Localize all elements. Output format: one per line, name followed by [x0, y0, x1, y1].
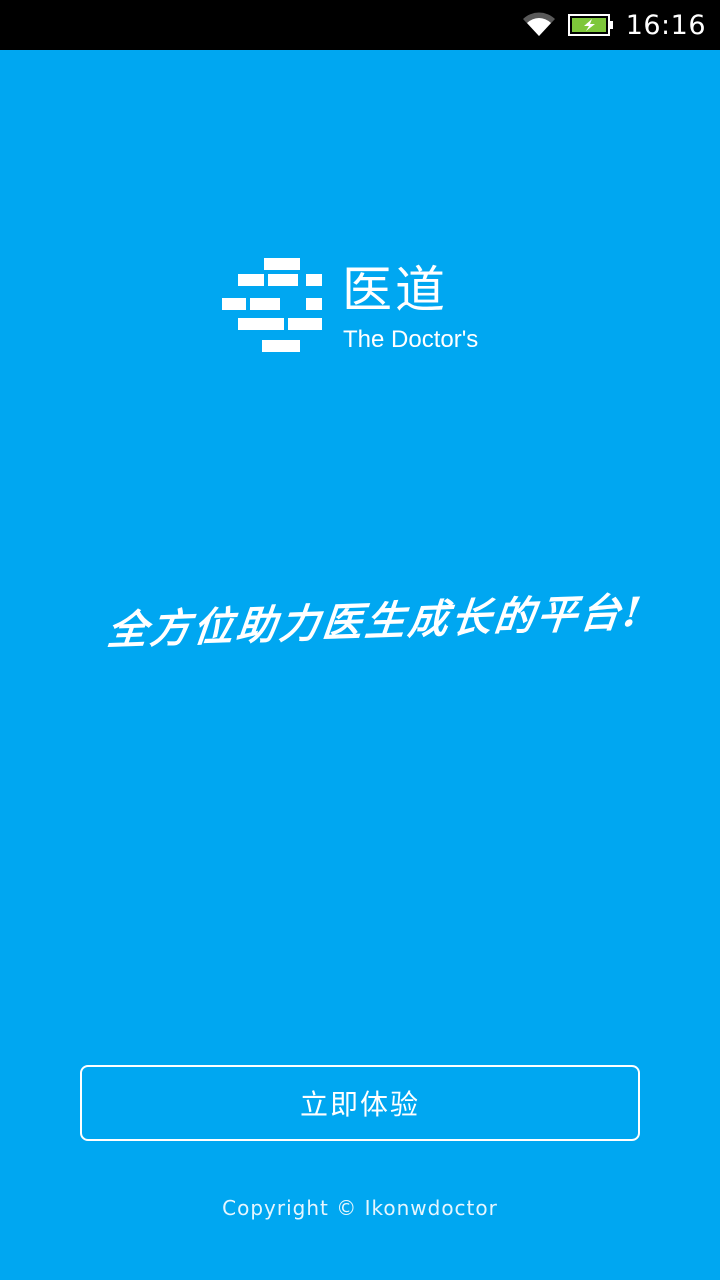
logo-english-text: The Doctor's	[343, 326, 479, 353]
copyright-text: Copyright © Ikonwdoctor	[222, 1196, 498, 1220]
app-logo: 医道 The Doctor's	[222, 258, 502, 358]
battery-charging-icon	[567, 13, 614, 37]
logo-mark-icon	[222, 258, 322, 352]
slogan-text: 全方位助力医生成长的平台!	[105, 588, 647, 655]
try-now-button[interactable]: 立即体验	[80, 1065, 640, 1141]
status-time: 16:16	[625, 9, 706, 41]
logo-chinese-text: 医道	[342, 261, 448, 319]
wifi-icon	[522, 12, 556, 38]
status-bar: 16:16	[0, 0, 720, 50]
